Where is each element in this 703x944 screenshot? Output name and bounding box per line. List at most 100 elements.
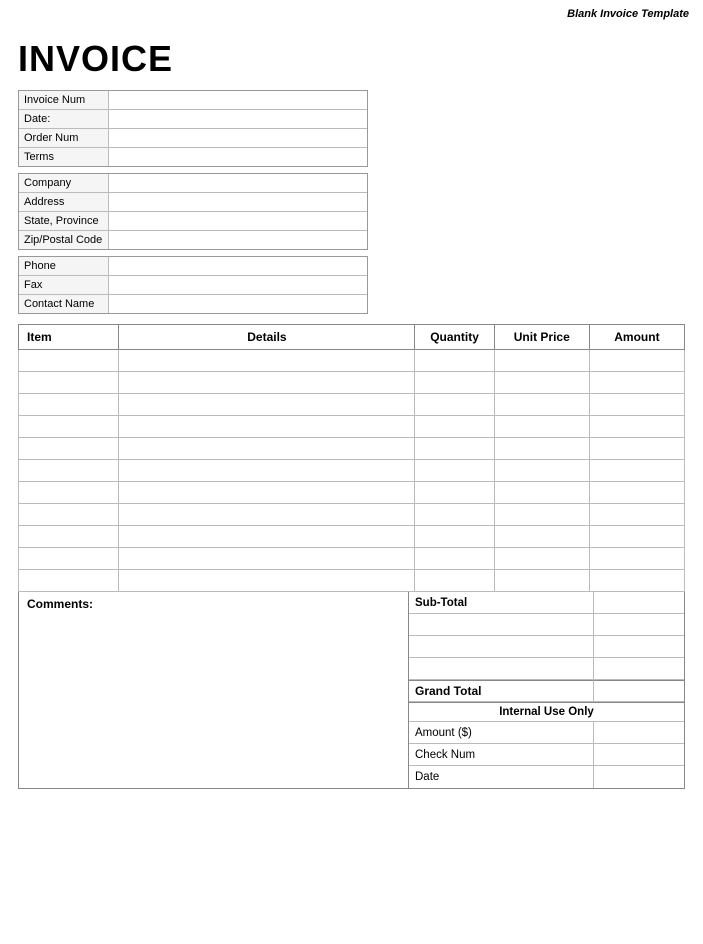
- invoice-num-label: Invoice Num: [19, 91, 109, 109]
- table-cell-r3-c0[interactable]: [19, 416, 119, 438]
- table-cell-r3-c3[interactable]: [494, 416, 589, 438]
- amount-s-row: Amount ($): [409, 722, 684, 744]
- state-province-row: State, Province: [19, 212, 367, 231]
- fax-row: Fax: [19, 276, 367, 295]
- table-cell-r0-c2[interactable]: [415, 350, 494, 372]
- totals-spacer-value-3[interactable]: [594, 658, 684, 679]
- table-cell-r0-c3[interactable]: [494, 350, 589, 372]
- state-province-value[interactable]: [109, 212, 367, 230]
- internal-date-row: Date: [409, 766, 684, 788]
- table-row: [19, 394, 685, 416]
- check-num-label: Check Num: [409, 744, 594, 765]
- table-cell-r0-c4[interactable]: [589, 350, 684, 372]
- page: Blank Invoice Template INVOICE Invoice N…: [0, 0, 703, 944]
- contact-section: Phone Fax Contact Name: [18, 256, 368, 314]
- table-cell-r1-c1[interactable]: [119, 372, 415, 394]
- state-province-label: State, Province: [19, 212, 109, 230]
- subtotal-value[interactable]: [594, 592, 684, 613]
- check-num-value[interactable]: [594, 744, 684, 765]
- table-cell-r8-c2[interactable]: [415, 526, 494, 548]
- table-cell-r9-c3[interactable]: [494, 548, 589, 570]
- table-row: [19, 526, 685, 548]
- table-cell-r2-c4[interactable]: [589, 394, 684, 416]
- zip-value[interactable]: [109, 231, 367, 249]
- table-cell-r9-c1[interactable]: [119, 548, 415, 570]
- phone-value[interactable]: [109, 257, 367, 275]
- table-cell-r4-c0[interactable]: [19, 438, 119, 460]
- table-cell-r4-c3[interactable]: [494, 438, 589, 460]
- table-cell-r10-c2[interactable]: [415, 570, 494, 592]
- table-cell-r6-c1[interactable]: [119, 482, 415, 504]
- table-cell-r5-c2[interactable]: [415, 460, 494, 482]
- table-cell-r6-c0[interactable]: [19, 482, 119, 504]
- table-cell-r9-c2[interactable]: [415, 548, 494, 570]
- internal-date-value[interactable]: [594, 766, 684, 788]
- fax-value[interactable]: [109, 276, 367, 294]
- check-num-row: Check Num: [409, 744, 684, 766]
- table-cell-r4-c2[interactable]: [415, 438, 494, 460]
- table-cell-r6-c2[interactable]: [415, 482, 494, 504]
- order-num-value[interactable]: [109, 129, 367, 147]
- invoice-num-value[interactable]: [109, 91, 367, 109]
- table-cell-r2-c0[interactable]: [19, 394, 119, 416]
- terms-value[interactable]: [109, 148, 367, 166]
- table-cell-r8-c0[interactable]: [19, 526, 119, 548]
- address-value[interactable]: [109, 193, 367, 211]
- table-cell-r1-c3[interactable]: [494, 372, 589, 394]
- table-cell-r2-c1[interactable]: [119, 394, 415, 416]
- table-cell-r7-c1[interactable]: [119, 504, 415, 526]
- table-cell-r0-c0[interactable]: [19, 350, 119, 372]
- table-cell-r2-c2[interactable]: [415, 394, 494, 416]
- subtotal-row: Sub-Total: [409, 592, 684, 614]
- amount-s-label: Amount ($): [409, 722, 594, 743]
- totals-area: Sub-Total Grand Total Internal: [409, 592, 684, 788]
- table-cell-r4-c4[interactable]: [589, 438, 684, 460]
- table-cell-r8-c1[interactable]: [119, 526, 415, 548]
- template-label: Blank Invoice Template: [567, 8, 689, 20]
- table-cell-r5-c1[interactable]: [119, 460, 415, 482]
- comments-area[interactable]: Comments:: [19, 592, 409, 788]
- contact-name-value[interactable]: [109, 295, 367, 313]
- date-label: Date:: [19, 110, 109, 128]
- table-row: [19, 504, 685, 526]
- table-cell-r1-c4[interactable]: [589, 372, 684, 394]
- table-cell-r7-c2[interactable]: [415, 504, 494, 526]
- table-cell-r10-c1[interactable]: [119, 570, 415, 592]
- totals-spacer-value-1[interactable]: [594, 614, 684, 635]
- table-cell-r3-c2[interactable]: [415, 416, 494, 438]
- table-cell-r3-c4[interactable]: [589, 416, 684, 438]
- info-row-invoice-num: Invoice Num: [19, 91, 367, 110]
- table-cell-r7-c3[interactable]: [494, 504, 589, 526]
- table-cell-r1-c0[interactable]: [19, 372, 119, 394]
- table-cell-r3-c1[interactable]: [119, 416, 415, 438]
- table-cell-r6-c3[interactable]: [494, 482, 589, 504]
- table-cell-r5-c3[interactable]: [494, 460, 589, 482]
- info-row-terms: Terms: [19, 148, 367, 166]
- col-header-unit-price: Unit Price: [494, 325, 589, 350]
- table-cell-r6-c4[interactable]: [589, 482, 684, 504]
- grand-total-value[interactable]: [594, 680, 684, 701]
- totals-spacer-value-2[interactable]: [594, 636, 684, 657]
- table-cell-r8-c4[interactable]: [589, 526, 684, 548]
- table-cell-r4-c1[interactable]: [119, 438, 415, 460]
- table-cell-r10-c3[interactable]: [494, 570, 589, 592]
- table-cell-r8-c3[interactable]: [494, 526, 589, 548]
- table-cell-r5-c0[interactable]: [19, 460, 119, 482]
- company-value[interactable]: [109, 174, 367, 192]
- table-cell-r10-c0[interactable]: [19, 570, 119, 592]
- table-cell-r7-c4[interactable]: [589, 504, 684, 526]
- grand-total-row: Grand Total: [409, 680, 684, 702]
- table-row: [19, 482, 685, 504]
- address-label: Address: [19, 193, 109, 211]
- date-value[interactable]: [109, 110, 367, 128]
- col-header-quantity: Quantity: [415, 325, 494, 350]
- table-cell-r0-c1[interactable]: [119, 350, 415, 372]
- table-cell-r2-c3[interactable]: [494, 394, 589, 416]
- table-cell-r9-c0[interactable]: [19, 548, 119, 570]
- table-cell-r10-c4[interactable]: [589, 570, 684, 592]
- table-cell-r9-c4[interactable]: [589, 548, 684, 570]
- amount-s-value[interactable]: [594, 722, 684, 743]
- table-cell-r7-c0[interactable]: [19, 504, 119, 526]
- table-cell-r5-c4[interactable]: [589, 460, 684, 482]
- table-cell-r1-c2[interactable]: [415, 372, 494, 394]
